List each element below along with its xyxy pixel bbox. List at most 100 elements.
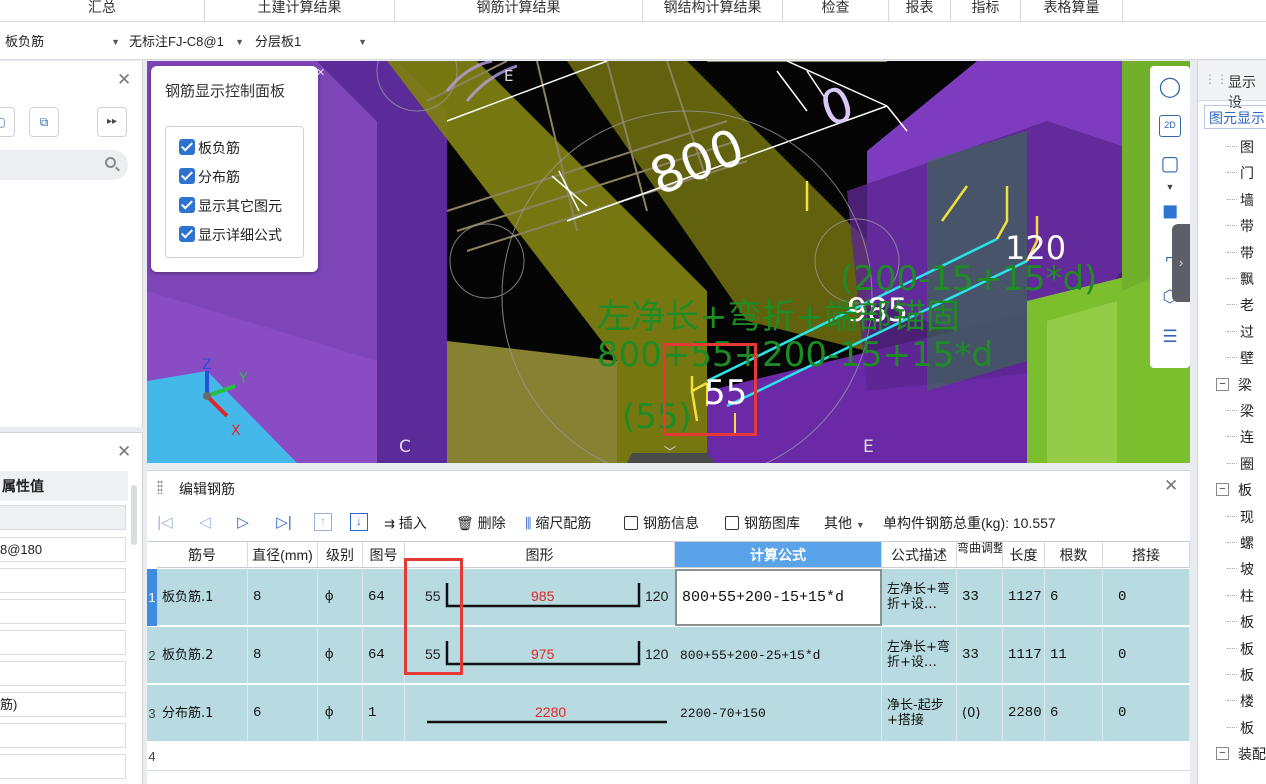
cell-formula-desc[interactable]: 左净长+弯 折+设… (882, 569, 957, 626)
rebar-info-button[interactable]: 钢筋信息 (624, 513, 699, 533)
cell-lap[interactable]: 0 (1103, 627, 1190, 684)
cell-bar-no[interactable]: 分布筋.1 (157, 685, 248, 742)
tree-item[interactable]: 老 (1198, 292, 1266, 318)
cell-shape[interactable]: 2280 (405, 685, 675, 742)
cell-formula[interactable]: 800+55+200-25+15*d (675, 627, 882, 684)
tree-group[interactable]: − 装配 (1198, 741, 1266, 767)
insert-button[interactable]: ⇉ 插入 (384, 513, 427, 533)
row-number[interactable]: 4 (147, 743, 157, 771)
properties-view-icon[interactable]: ☰ (1156, 324, 1184, 350)
tree-item[interactable]: 带 (1198, 240, 1266, 266)
tree-item[interactable]: 板 (1198, 609, 1266, 635)
collapse-icon[interactable]: − (1216, 747, 1229, 761)
component-type-select[interactable]: 板负筋 ▼ (5, 31, 122, 53)
cell-count[interactable]: 6 (1045, 685, 1103, 742)
property-value-row[interactable] (0, 754, 126, 779)
option-show-detailed-formula[interactable]: 显示详细公式 (179, 225, 282, 245)
drag-handle-icon[interactable]: ⋮⋮ (1204, 72, 1228, 86)
col-header-lap[interactable]: 搭接 (1103, 542, 1190, 568)
move-down-icon[interactable]: ↓ (350, 513, 368, 531)
collapse-icon[interactable]: − (1216, 377, 1229, 391)
scale-rebar-button[interactable]: ⫼ 缩尺配筋 (525, 513, 591, 533)
cell-diameter[interactable]: 8 (248, 627, 318, 684)
tree-item[interactable]: 板 (1198, 636, 1266, 662)
collapse-right-panel-button[interactable]: › (1172, 224, 1190, 302)
rebar-library-button[interactable]: 钢筋图库 (725, 513, 800, 533)
close-icon[interactable]: ✕ (1164, 476, 1178, 496)
col-header-diameter[interactable]: 直径(mm) (248, 542, 318, 568)
col-header-bar-no[interactable]: 筋号 (157, 542, 248, 568)
option-distribution-rebar[interactable]: 分布筋 (179, 167, 240, 187)
tree-item[interactable]: 板 (1198, 715, 1266, 741)
col-header-formula[interactable]: 计算公式 (675, 542, 882, 568)
tab-rebar-results[interactable]: 钢筋计算结果 (395, 0, 643, 22)
property-value-row[interactable] (0, 568, 126, 593)
tab-report[interactable]: 报表 (889, 0, 951, 22)
checkbox-checked-icon[interactable] (179, 197, 195, 214)
row-number[interactable]: 2 (147, 627, 157, 684)
table-row-empty[interactable]: 4 (147, 743, 1190, 771)
cell-lap[interactable]: 0 (1103, 685, 1190, 742)
tree-group[interactable]: − 梁 (1198, 372, 1266, 398)
cell-grade[interactable]: ф (318, 569, 363, 626)
tree-item[interactable]: 板 (1198, 662, 1266, 688)
delete-button[interactable]: 🗑 删除 (456, 513, 506, 533)
checkbox-checked-icon[interactable] (179, 226, 195, 243)
tree-item[interactable]: 飘 (1198, 266, 1266, 292)
tree-group[interactable]: − 板 (1198, 477, 1266, 503)
tree-item[interactable]: 螺 (1198, 530, 1266, 556)
property-value-row[interactable] (0, 599, 126, 624)
drag-handle-icon[interactable] (157, 480, 163, 494)
tree-item[interactable]: 现 (1198, 504, 1266, 530)
col-header-grade[interactable]: 级别 (318, 542, 363, 568)
row-number[interactable]: 3 (147, 685, 157, 742)
tree-item[interactable]: 连 (1198, 424, 1266, 450)
tree-item[interactable]: 柱 (1198, 583, 1266, 609)
checkbox-checked-icon[interactable] (179, 168, 195, 185)
col-header-fig-no[interactable]: 图号 (363, 542, 405, 568)
col-header-formula-desc[interactable]: 公式描述 (882, 542, 957, 568)
tab-index[interactable]: 指标 (951, 0, 1021, 22)
checkbox-checked-icon[interactable] (179, 139, 195, 156)
cell-diameter[interactable]: 6 (248, 685, 318, 742)
close-icon[interactable]: ✕ (316, 66, 325, 79)
cell-formula[interactable]: 2200-70+150 (675, 685, 882, 742)
more-tools-button[interactable]: ▸▸ (97, 107, 127, 137)
cell-grade[interactable]: ф (318, 685, 363, 742)
cell-bar-no[interactable]: 板负筋.1 (157, 569, 248, 626)
col-header-shape[interactable]: 图形 (405, 542, 675, 568)
property-value-row[interactable] (0, 723, 126, 748)
col-header-length[interactable]: 长度 (1003, 542, 1045, 568)
collapse-viewport-icon[interactable]: ﹀ (664, 443, 676, 460)
property-value-row[interactable] (0, 505, 126, 530)
scrollbar[interactable] (131, 485, 137, 545)
property-value-row[interactable]: 筋) (0, 692, 126, 717)
cell-count[interactable]: 6 (1045, 569, 1103, 626)
tree-item[interactable]: 门 (1198, 160, 1266, 186)
first-record-icon[interactable]: |◁ (155, 513, 175, 533)
cell-formula-desc[interactable]: 净长-起步 +搭接 (882, 685, 957, 742)
last-record-icon[interactable]: ▷| (274, 513, 294, 533)
solid-cube-icon[interactable]: ◼ (1156, 198, 1184, 224)
tree-item[interactable]: 壁 (1198, 345, 1266, 371)
cell-fig-no[interactable]: 64 (363, 569, 405, 626)
copy-component-button[interactable]: ⧉ (29, 107, 59, 137)
tree-item[interactable]: 墙 (1198, 187, 1266, 213)
tree-item[interactable]: 带 (1198, 213, 1266, 239)
tree-item[interactable]: 圈 (1198, 451, 1266, 477)
chevron-down-icon[interactable]: ▼ (1156, 174, 1184, 200)
new-component-button[interactable]: ▢ (0, 107, 15, 137)
next-record-icon[interactable]: ▷ (233, 513, 253, 533)
tab-table-takeoff[interactable]: 表格算量 (1021, 0, 1123, 22)
move-up-icon[interactable]: ↑ (314, 513, 332, 531)
cell-formula[interactable]: 800+55+200-15+15*d (675, 569, 882, 626)
property-value-row[interactable] (0, 630, 126, 655)
cell-length[interactable]: 1127 (1003, 569, 1045, 626)
cell-bend-adjust[interactable]: 33 (957, 569, 1003, 626)
cell-shape[interactable]: 55 975 120 (405, 627, 675, 684)
option-show-other-elements[interactable]: 显示其它图元 (179, 196, 282, 216)
tree-item[interactable]: 梁 (1198, 398, 1266, 424)
tab-summary[interactable]: 汇总 (0, 0, 205, 22)
tree-item[interactable]: 图 (1198, 134, 1266, 160)
tab-steel-results[interactable]: 钢结构计算结果 (643, 0, 783, 22)
